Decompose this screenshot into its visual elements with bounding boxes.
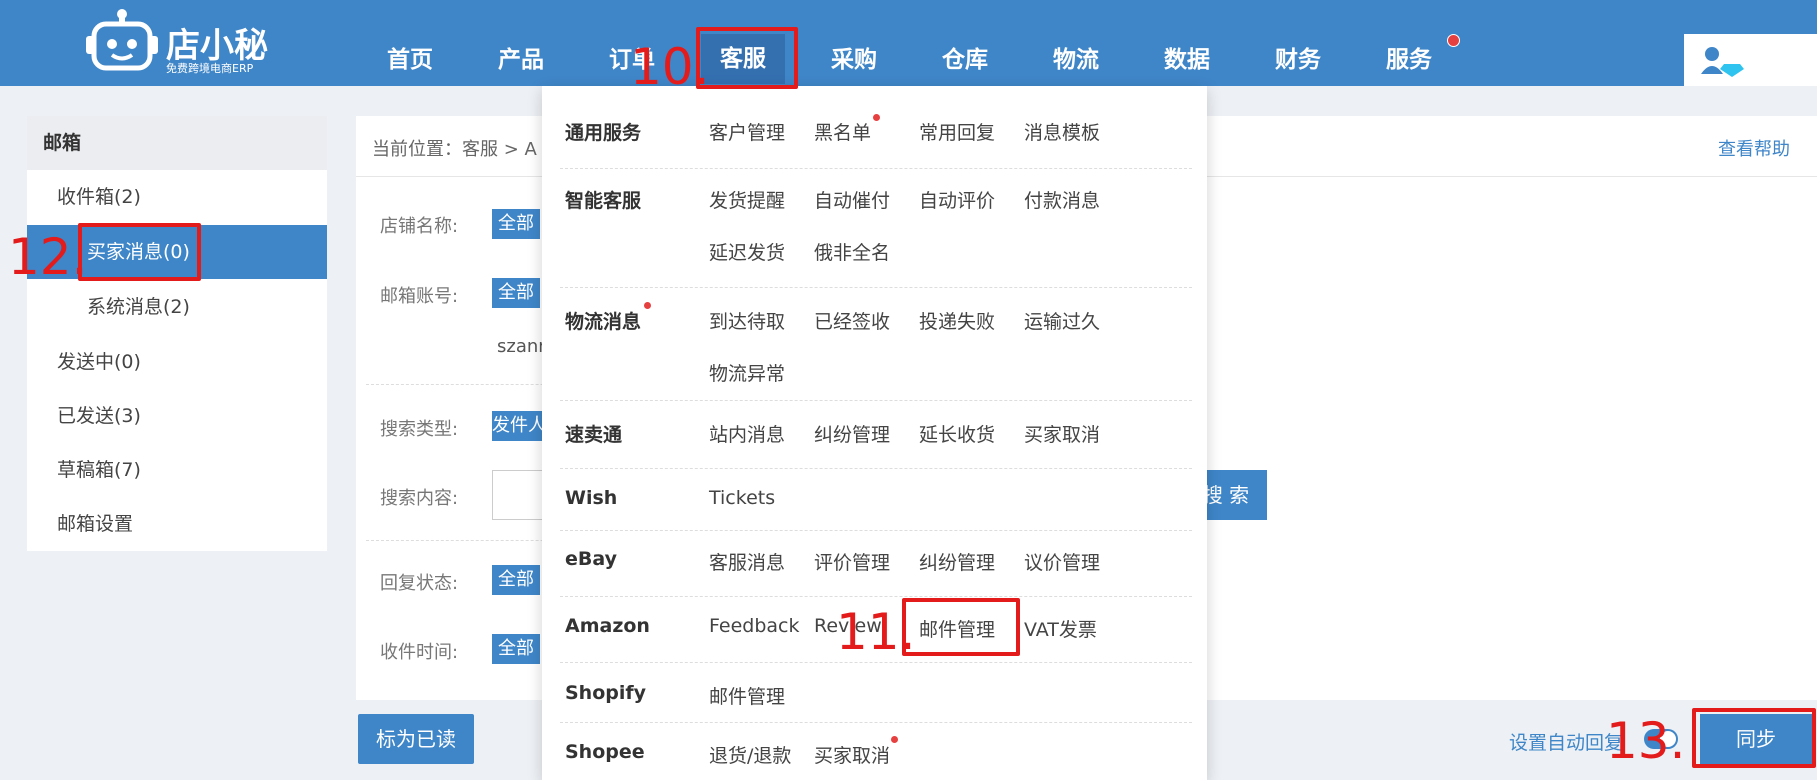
mail-account-label: 邮箱账号: <box>380 286 459 307</box>
annotation-step10: 10. <box>630 38 710 96</box>
sidebar-item-label: 邮箱设置 <box>57 513 134 535</box>
sidebar-item-sent[interactable]: 已发送(3) <box>27 389 327 443</box>
annotation-box-step12 <box>78 223 201 281</box>
divider <box>560 168 1192 169</box>
menu-item-long-transit[interactable]: 运输过久 <box>1024 307 1100 334</box>
nav-finance[interactable]: 财务 <box>1256 40 1340 80</box>
dropdown-category-shopify: Shopify <box>565 682 647 704</box>
nav-services[interactable]: 服务 <box>1367 40 1451 80</box>
sidebar-item-inbox[interactable]: 收件箱(2) <box>27 170 327 224</box>
menu-item-payment-message[interactable]: 付款消息 <box>1024 186 1100 213</box>
menu-item-auto-review[interactable]: 自动评价 <box>919 186 995 213</box>
notification-dot <box>1447 34 1460 47</box>
menu-item-shopify-mail-management[interactable]: 邮件管理 <box>709 682 785 709</box>
new-badge-dot <box>873 114 880 121</box>
sidebar-item-label: 草稿箱(7) <box>57 459 141 481</box>
divider <box>560 287 1192 288</box>
received-time-label: 收件时间: <box>380 642 459 663</box>
menu-item-auto-payment-reminder[interactable]: 自动催付 <box>814 186 890 213</box>
dropdown-category-logistics: 物流消息 <box>565 311 642 333</box>
divider <box>560 662 1192 663</box>
menu-item-review-management[interactable]: 评价管理 <box>814 548 890 575</box>
menu-item-delayed-shipping[interactable]: 延迟发货 <box>709 238 785 265</box>
robot-logo-icon[interactable] <box>86 8 158 74</box>
menu-item-russia-fullname[interactable]: 俄非全名 <box>814 238 890 265</box>
sidebar-title: 邮箱 <box>27 116 327 170</box>
divider <box>560 468 1192 469</box>
help-link[interactable]: 查看帮助 <box>1718 135 1790 161</box>
menu-item-vat-invoice[interactable]: VAT发票 <box>1024 615 1097 642</box>
nav-home[interactable]: 首页 <box>368 40 452 80</box>
received-time-filter-all[interactable]: 全部 <box>492 634 540 664</box>
menu-item-offer-management[interactable]: 议价管理 <box>1024 548 1100 575</box>
menu-item-delivery-failed[interactable]: 投递失败 <box>919 307 995 334</box>
search-type-label: 搜索类型: <box>380 419 459 440</box>
mark-read-button[interactable]: 标为已读 <box>358 714 474 764</box>
divider <box>560 530 1192 531</box>
mail-account-filter-all[interactable]: 全部 <box>492 278 540 308</box>
menu-item-ebay-dispute-management[interactable]: 纠纷管理 <box>919 548 995 575</box>
nav-purchase[interactable]: 采购 <box>812 40 896 80</box>
sidebar-item-label: 已发送(3) <box>57 405 141 427</box>
nav-warehouse[interactable]: 仓库 <box>923 40 1007 80</box>
annotation-step11: 11. <box>836 603 916 661</box>
menu-item-delivered[interactable]: 已经签收 <box>814 307 890 334</box>
sidebar-item-drafts[interactable]: 草稿箱(7) <box>27 443 327 497</box>
nav-data[interactable]: 数据 <box>1145 40 1229 80</box>
menu-item-logistics-exception[interactable]: 物流异常 <box>709 359 785 386</box>
menu-item-blacklist[interactable]: 黑名单 <box>814 118 871 145</box>
reply-status-label: 回复状态: <box>380 573 459 594</box>
dropdown-category-aliexpress: 速卖通 <box>565 424 623 446</box>
dropdown-category-shopee: Shopee <box>565 741 645 763</box>
logo-subtitle: 免费跨境电商ERP <box>166 62 254 75</box>
search-type-sender[interactable]: 发件人 <box>492 411 544 441</box>
menu-item-common-replies[interactable]: 常用回复 <box>919 118 995 145</box>
breadcrumb: 当前位置：客服 > A <box>372 139 537 160</box>
nav-logistics[interactable]: 物流 <box>1034 40 1118 80</box>
menu-item-site-messages[interactable]: 站内消息 <box>709 420 785 447</box>
user-vip-icon[interactable] <box>1700 44 1744 78</box>
top-nav-bar <box>0 0 1817 86</box>
search-input[interactable] <box>492 470 544 520</box>
sidebar-item-mail-settings[interactable]: 邮箱设置 <box>27 497 327 551</box>
menu-item-buyer-cancel[interactable]: 买家取消 <box>1024 420 1100 447</box>
menu-item-awaiting-pickup[interactable]: 到达待取 <box>709 307 785 334</box>
annotation-box-step10 <box>696 27 798 89</box>
dropdown-category-amazon: Amazon <box>565 615 650 637</box>
divider <box>560 596 1192 597</box>
sidebar-item-system-messages[interactable]: 系统消息(2) <box>27 280 327 334</box>
sidebar-item-label: 收件箱(2) <box>57 186 141 208</box>
menu-item-feedback[interactable]: Feedback <box>709 615 799 637</box>
sidebar-item-label: 系统消息(2) <box>87 296 190 318</box>
annotation-box-step13 <box>1692 708 1816 768</box>
annotation-step13: 13. <box>1606 712 1686 770</box>
annotation-box-step11 <box>902 598 1020 656</box>
divider <box>560 400 1192 401</box>
menu-item-shopee-buyer-cancel[interactable]: 买家取消 <box>814 741 890 768</box>
dropdown-category-smart-service: 智能客服 <box>565 190 642 212</box>
sidebar-item-label: 发送中(0) <box>57 351 141 373</box>
menu-item-extend-receipt[interactable]: 延长收货 <box>919 420 995 447</box>
menu-item-message-templates[interactable]: 消息模板 <box>1024 118 1100 145</box>
menu-item-service-messages[interactable]: 客服消息 <box>709 548 785 575</box>
reply-status-filter-all[interactable]: 全部 <box>492 565 540 595</box>
sidebar-item-sending[interactable]: 发送中(0) <box>27 335 327 389</box>
dropdown-category-ebay: eBay <box>565 548 617 570</box>
new-badge-dot <box>891 736 898 743</box>
menu-item-returns-refunds[interactable]: 退货/退款 <box>709 741 791 768</box>
search-content-label: 搜索内容: <box>380 488 459 509</box>
dropdown-category-general: 通用服务 <box>565 122 642 144</box>
store-filter-all[interactable]: 全部 <box>492 209 540 239</box>
new-badge-dot <box>644 302 651 309</box>
divider <box>560 722 1192 723</box>
menu-item-tickets[interactable]: Tickets <box>709 487 775 509</box>
menu-item-customer-management[interactable]: 客户管理 <box>709 118 785 145</box>
dropdown-category-wish: Wish <box>565 487 618 509</box>
annotation-step12: 12. <box>8 228 88 286</box>
menu-item-shipping-reminder[interactable]: 发货提醒 <box>709 186 785 213</box>
menu-item-dispute-management[interactable]: 纠纷管理 <box>814 420 890 447</box>
store-name-label: 店铺名称: <box>380 216 459 237</box>
nav-products[interactable]: 产品 <box>479 40 563 80</box>
